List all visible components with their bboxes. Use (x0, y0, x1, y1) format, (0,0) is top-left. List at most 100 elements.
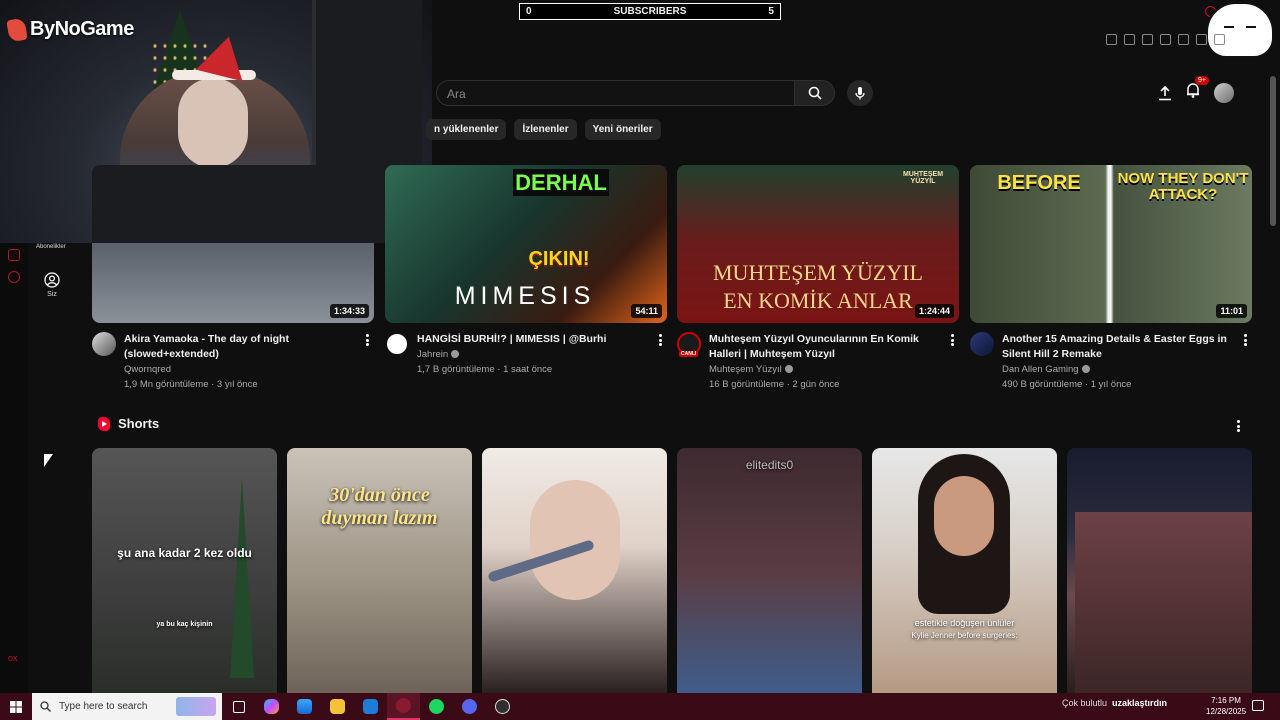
header-actions: 9+ (1158, 76, 1234, 103)
video-stats: 490 B görüntüleme · 1 yıl önce (1002, 379, 1132, 390)
short-card[interactable]: 30'dan önce duyman lazım (287, 448, 472, 693)
shorts-more-options-icon[interactable] (1233, 418, 1243, 434)
download-icon[interactable] (1160, 34, 1171, 45)
channel-name[interactable]: Dan Allen Gaming (1002, 362, 1240, 377)
shorts-logo-icon (98, 416, 110, 431)
video-duration: 54:11 (631, 304, 662, 318)
upload-icon[interactable] (1158, 85, 1172, 101)
search-input[interactable]: Ara (436, 80, 795, 106)
notification-center-icon[interactable] (1252, 700, 1264, 711)
notifications-button[interactable]: 9+ (1186, 76, 1209, 103)
video-card[interactable]: MUHTEŞEM YÜZYIL MUHTEŞEM YÜZYIL EN KOMİK… (677, 165, 959, 392)
channel-name[interactable]: Jahrein (417, 347, 655, 362)
thumbnail-text-derhal: DERHAL (513, 169, 609, 197)
verified-check-icon (451, 350, 460, 358)
heart-icon[interactable] (1196, 34, 1207, 45)
more-options-icon[interactable] (362, 332, 372, 348)
browser-icon[interactable] (387, 693, 420, 720)
translate-icon[interactable] (1178, 34, 1189, 45)
video-duration: 1:24:44 (914, 304, 954, 318)
video-card[interactable]: 1:34:33 Akira Yamaoka - The day of night… (92, 165, 374, 392)
channel-name-text: Muhteşem Yüzyıl (709, 364, 782, 375)
screenshot-icon[interactable] (1124, 34, 1135, 45)
voice-search-button[interactable] (847, 80, 873, 106)
video-duration: 1:34:33 (329, 304, 369, 318)
copilot-icon[interactable] (255, 693, 288, 720)
start-button[interactable] (0, 693, 32, 720)
video-stats: 16 B görüntüleme · 2 gün önce (709, 379, 840, 390)
rail-settings-icon[interactable] (8, 271, 20, 283)
channel-name[interactable]: Muhteşem Yüzyıl (709, 362, 947, 377)
short-inset-video (1075, 512, 1252, 693)
taskbar-search-input[interactable]: Type here to search (32, 693, 222, 720)
video-card[interactable]: BEFORE NOW THEY DON'T ATTACK? 11:01 Anot… (970, 165, 1252, 392)
clock-date: 12/28/2025 (1206, 707, 1247, 716)
video-title[interactable]: Akira Yamaoka - The day of night (slowed… (124, 332, 362, 362)
channel-avatar[interactable] (970, 332, 994, 356)
more-options-icon[interactable] (947, 332, 957, 348)
brand-logo: ByNoGame (6, 17, 134, 42)
browser-extension-icons (1106, 34, 1225, 45)
subscriber-goal-label: SUBSCRIBERS (613, 6, 687, 17)
short-card[interactable] (482, 448, 667, 693)
windows-logo-icon (10, 700, 22, 713)
sidebar-item-you[interactable]: Siz (36, 272, 68, 298)
file-explorer-icon[interactable] (321, 693, 354, 720)
shield-icon[interactable] (1142, 34, 1153, 45)
spotify-icon[interactable] (420, 693, 453, 720)
channel-avatar[interactable] (92, 332, 116, 356)
short-sub-caption: ya bu kaç kişinin (156, 621, 213, 628)
channel-avatar[interactable] (385, 332, 409, 356)
channel-name-text: Jahrein (417, 349, 449, 360)
video-title[interactable]: Muhteşem Yüzyıl Oyuncularının En Komik H… (709, 332, 947, 362)
short-caption: estetikle doğuşen ünlüler (914, 618, 1015, 628)
channel-name-text: Dan Allen Gaming (1002, 364, 1079, 375)
user-circle-icon (44, 272, 60, 288)
task-view-icon[interactable] (222, 693, 255, 720)
extensions-icon[interactable] (1214, 34, 1225, 45)
page-scrollbar[interactable] (1270, 76, 1276, 226)
brand-mark-icon (6, 17, 28, 42)
channel-name[interactable]: Qwornqred (124, 362, 362, 377)
video-thumbnail[interactable]: BEFORE NOW THEY DON'T ATTACK? 11:01 (970, 165, 1252, 323)
video-title[interactable]: Another 15 Amazing Details & Easter Eggs… (1002, 332, 1240, 362)
video-thumbnail[interactable]: DERHAL ÇIKIN! MIMESIS 54:11 (385, 165, 667, 323)
short-caption: 30'dan önce duyman lazım (321, 484, 438, 529)
chip-new-recommendations[interactable]: Yeni öneriler (584, 119, 661, 140)
chip-recently-uploaded[interactable]: n yüklenenler (426, 119, 507, 140)
short-card[interactable] (1067, 448, 1252, 693)
more-options-icon[interactable] (655, 332, 665, 348)
short-christmas-tree (230, 478, 254, 678)
rail-shorts-icon[interactable] (8, 249, 20, 261)
discord-icon[interactable] (453, 693, 486, 720)
short-face (934, 476, 994, 556)
search-button[interactable] (795, 80, 835, 106)
short-card[interactable]: şu ana kadar 2 kez oldu ya bu kaç kişini… (92, 448, 277, 693)
sidebar-subscriptions-label[interactable]: Abonelikler (36, 244, 66, 250)
taskbar-clock[interactable]: 7:16 PM 12/28/2025 (1206, 695, 1246, 717)
account-avatar[interactable] (1214, 82, 1234, 103)
weather-extra-text: uzaklaştırdın (1112, 698, 1168, 708)
video-card[interactable]: DERHAL ÇIKIN! MIMESIS 54:11 HANGİSİ BURH… (385, 165, 667, 377)
brand-name: ByNoGame (30, 18, 134, 40)
search-icon (808, 86, 822, 100)
chip-watched[interactable]: İzlenenler (514, 119, 577, 140)
short-card[interactable]: estetikle doğuşen ünlüler Kylie Jenner b… (872, 448, 1057, 693)
obs-icon[interactable] (486, 693, 519, 720)
microphone-icon (855, 87, 865, 100)
video-stats: 1,9 Mn görüntüleme · 3 yıl önce (124, 379, 258, 390)
video-title[interactable]: HANGİSİ BURHİ!? | MIMESIS | @Burhi (417, 332, 655, 347)
short-card[interactable]: elitedits0 (677, 448, 862, 693)
pin-icon[interactable] (1106, 34, 1117, 45)
more-options-icon[interactable] (1240, 332, 1250, 348)
store-icon[interactable] (288, 693, 321, 720)
weather-widget[interactable]: Çok bulutlu uzaklaştırdın (1062, 698, 1167, 708)
short-caption: elitedits0 (745, 458, 794, 472)
filter-chips: n yüklenenler İzlenenler Yeni öneriler (426, 119, 661, 140)
screen: ByNoGame 0 SUBSCRIBERS 5 Ara 9+ n yüklen… (0, 0, 1280, 720)
sidebar-item-label: Siz (47, 291, 57, 298)
video-thumbnail[interactable]: MUHTEŞEM YÜZYIL MUHTEŞEM YÜZYIL EN KOMİK… (677, 165, 959, 323)
video-thumbnail[interactable]: 1:34:33 (92, 165, 374, 323)
outlook-icon[interactable] (354, 693, 387, 720)
short-caption: şu ana kadar 2 kez oldu (117, 546, 252, 560)
